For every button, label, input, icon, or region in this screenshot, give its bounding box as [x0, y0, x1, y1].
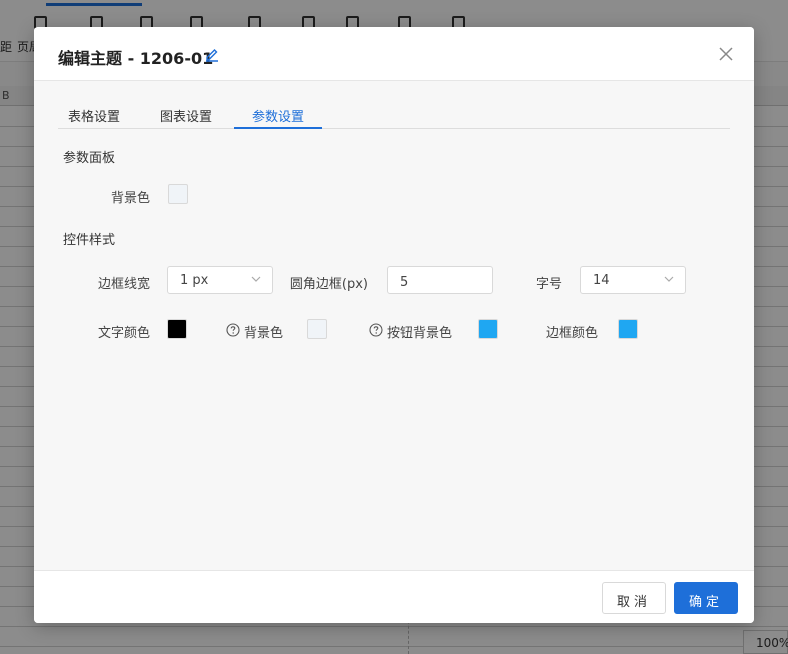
- param-bg-color-swatch[interactable]: [168, 184, 188, 204]
- border-color-label: 边框颜色: [545, 326, 598, 341]
- border-width-value: 1 px: [180, 273, 209, 288]
- button-bg-color-swatch[interactable]: [478, 319, 498, 339]
- border-width-select[interactable]: 1 px: [167, 266, 273, 294]
- text-color-label: 文字颜色: [97, 326, 150, 341]
- help-circle-icon[interactable]: [369, 323, 383, 337]
- dialog-title: 编辑主题 - 1206-01: [58, 49, 214, 68]
- dialog-body: 表格设置 图表设置 参数设置 参数面板 背景色 控件样式 边框线宽 1 px 圆…: [34, 81, 754, 570]
- confirm-button[interactable]: 确定: [674, 582, 738, 614]
- border-color-swatch[interactable]: [618, 319, 638, 339]
- tab-chart-settings[interactable]: 图表设置: [150, 99, 222, 129]
- chevron-down-icon: [664, 276, 674, 282]
- control-bg-color-label: 背景色: [244, 326, 284, 341]
- help-circle-icon[interactable]: [226, 323, 240, 337]
- font-size-value: 14: [593, 273, 610, 288]
- border-radius-input[interactable]: [387, 266, 493, 294]
- close-icon[interactable]: [718, 46, 734, 62]
- dialog-header: 编辑主题 - 1206-01: [34, 27, 754, 81]
- border-radius-label: 圆角边框(px): [289, 277, 368, 292]
- font-size-select[interactable]: 14: [580, 266, 686, 294]
- button-bg-color-label: 按钮背景色: [387, 326, 453, 341]
- text-color-swatch[interactable]: [167, 319, 187, 339]
- settings-tabs: 表格设置 图表设置 参数设置: [58, 99, 730, 129]
- chevron-down-icon: [251, 276, 261, 282]
- control-bg-color-swatch[interactable]: [307, 319, 327, 339]
- cancel-button[interactable]: 取消: [602, 582, 666, 614]
- border-width-label: 边框线宽: [97, 277, 150, 292]
- pencil-icon[interactable]: [204, 46, 220, 62]
- edit-theme-dialog: 编辑主题 - 1206-01 表格设置 图表设置 参数设置 参数面板 背景色 控…: [34, 27, 754, 623]
- font-size-label: 字号: [535, 277, 562, 292]
- tab-parameter-settings[interactable]: 参数设置: [234, 99, 322, 129]
- param-bg-color-label: 背景色: [110, 191, 150, 206]
- section-title-control-style: 控件样式: [63, 233, 116, 248]
- dialog-footer: 取消 确定: [34, 570, 754, 623]
- tab-table-settings[interactable]: 表格设置: [58, 99, 130, 129]
- section-title-param-panel: 参数面板: [63, 151, 116, 166]
